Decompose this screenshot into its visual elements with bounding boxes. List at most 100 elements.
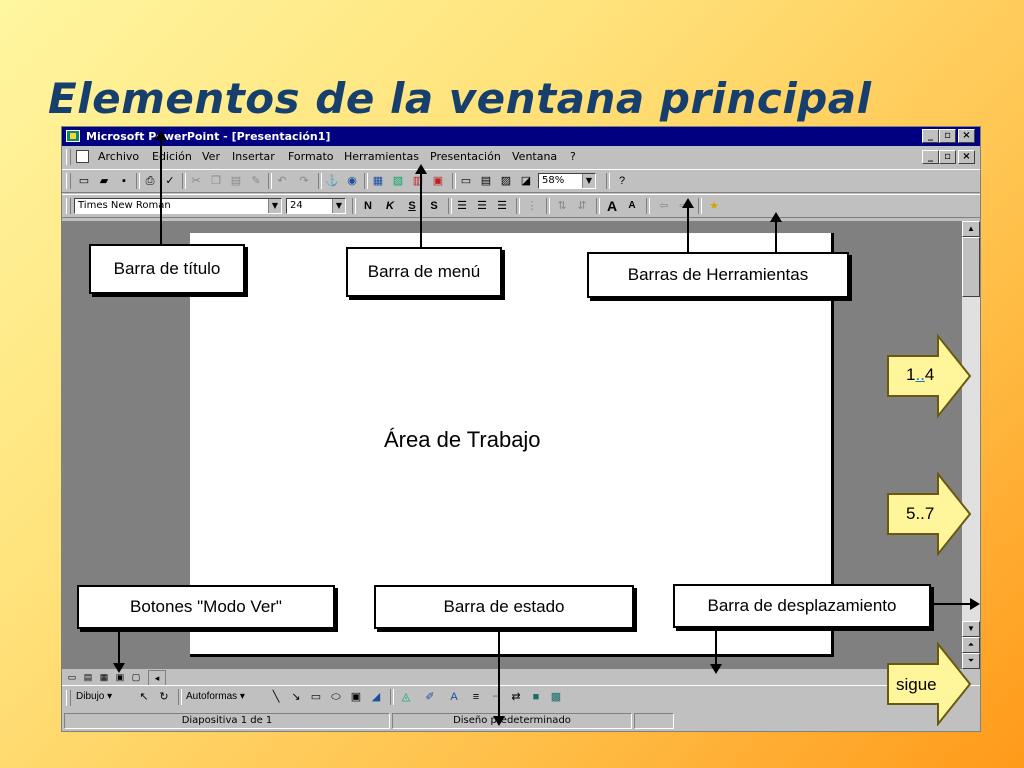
menubar-grip[interactable] — [66, 149, 71, 165]
toolbar-grip[interactable] — [66, 173, 71, 189]
toolbar-separator — [596, 198, 600, 214]
new-slide-icon[interactable]: ▭ — [458, 174, 474, 188]
wordart-icon[interactable]: ◢ — [368, 690, 384, 704]
format-painter-icon[interactable]: ✎ — [248, 174, 264, 188]
slide-view-icon[interactable]: ▦ — [96, 670, 112, 684]
free-rotate-icon[interactable]: ↻ — [156, 690, 172, 704]
insert-word-table-icon[interactable]: ▦ — [370, 174, 386, 188]
increase-font-icon[interactable]: A — [604, 199, 620, 213]
line-icon[interactable]: ╲ — [268, 690, 284, 704]
insert-excel-icon[interactable]: ▧ — [390, 174, 406, 188]
line-style-icon[interactable]: ≡ — [468, 690, 484, 704]
rectangle-icon[interactable]: ▭ — [308, 690, 324, 704]
menu-ayuda[interactable]: ? — [570, 150, 576, 163]
undo-icon[interactable]: ↶ — [274, 174, 290, 188]
arrow-icon[interactable]: ↘ — [288, 690, 304, 704]
text-box-icon[interactable]: ▣ — [348, 690, 364, 704]
scroll-left-icon[interactable]: ◂ — [148, 670, 166, 686]
nav-hyperlink[interactable]: .. — [915, 365, 924, 384]
slide-layout-icon[interactable]: ▤ — [478, 174, 494, 188]
autoshapes-menu-button[interactable]: Autoformas ▾ — [186, 690, 262, 704]
underline-button[interactable]: S — [404, 199, 420, 213]
bold-button[interactable]: N — [360, 199, 376, 213]
toolbar-separator — [448, 198, 452, 214]
line-color-icon[interactable]: ✐ — [422, 690, 438, 704]
font-size-select[interactable]: 24 ▼ — [286, 198, 346, 214]
insert-chart-icon[interactable]: ▥ — [410, 174, 426, 188]
align-left-icon[interactable]: ☰ — [454, 199, 470, 213]
powerpoint-app-icon[interactable] — [66, 130, 80, 142]
scroll-up-icon[interactable]: ▲ — [962, 221, 980, 237]
promote-icon[interactable]: ⇦ — [656, 199, 672, 213]
3d-icon[interactable]: ▩ — [548, 690, 564, 704]
decrease-font-icon[interactable]: A — [624, 199, 640, 213]
apply-design-icon[interactable]: ▨ — [498, 174, 514, 188]
menu-insertar[interactable]: Insertar — [232, 150, 275, 163]
animation-effects-icon[interactable]: ★ — [706, 199, 722, 213]
minimize-button[interactable]: _ — [922, 129, 939, 143]
normal-view-icon[interactable]: ▭ — [64, 670, 80, 684]
oval-icon[interactable]: ⬭ — [328, 690, 344, 704]
toolbar-grip[interactable] — [66, 198, 71, 214]
chevron-down-icon[interactable]: ▼ — [268, 199, 281, 213]
bullets-icon[interactable]: ⋮ — [524, 199, 540, 213]
redo-icon[interactable]: ↷ — [296, 174, 312, 188]
menu-ventana[interactable]: Ventana — [512, 150, 557, 163]
print-icon[interactable]: ⎙ — [142, 174, 158, 188]
save-icon[interactable]: ▪ — [116, 174, 132, 188]
nav-link-1-4[interactable]: 1..4 — [906, 365, 934, 385]
slide-show-icon[interactable]: ▢ — [128, 670, 144, 684]
doc-close-button[interactable]: × — [958, 150, 975, 164]
help-icon[interactable]: ? — [614, 174, 630, 188]
spelling-icon[interactable]: ✓ — [162, 174, 178, 188]
decrease-spacing-icon[interactable]: ⇵ — [574, 199, 590, 213]
menu-presentacion[interactable]: Presentación — [430, 150, 501, 163]
cut-icon[interactable]: ✂ — [188, 174, 204, 188]
menu-edicion[interactable]: Edición — [152, 150, 192, 163]
fill-color-icon[interactable]: ◬ — [398, 690, 414, 704]
maximize-button[interactable]: ▫ — [939, 129, 956, 143]
hyperlink-icon[interactable]: ⚓ — [324, 174, 340, 188]
arrow-style-icon[interactable]: ⇄ — [508, 690, 524, 704]
next-link[interactable]: sigue — [896, 675, 937, 695]
window-title-bar: Microsoft PowerPoint - [Presentación1] _… — [62, 127, 980, 146]
font-color-icon[interactable]: A — [446, 690, 462, 704]
menu-ver[interactable]: Ver — [202, 150, 220, 163]
scroll-thumb[interactable] — [962, 237, 980, 297]
doc-restore-button[interactable]: ▫ — [939, 150, 956, 164]
web-toolbar-icon[interactable]: ◉ — [344, 174, 360, 188]
grayscale-icon[interactable]: ◪ — [518, 174, 534, 188]
new-icon[interactable]: ▭ — [76, 174, 92, 188]
draw-menu-button[interactable]: Dibujo ▾ — [76, 690, 130, 704]
zoom-value: 58% — [542, 175, 565, 186]
chevron-down-icon[interactable]: ▼ — [332, 199, 345, 213]
toolbar-separator — [698, 198, 702, 214]
outline-view-icon[interactable]: ▤ — [80, 670, 96, 684]
menu-archivo[interactable]: Archivo — [98, 150, 139, 163]
align-right-icon[interactable]: ☰ — [494, 199, 510, 213]
menu-formato[interactable]: Formato — [288, 150, 334, 163]
doc-minimize-button[interactable]: _ — [922, 150, 939, 164]
shadow-button[interactable]: S — [426, 199, 442, 213]
shadow-icon[interactable]: ■ — [528, 690, 544, 704]
font-size-value: 24 — [290, 200, 303, 211]
document-icon[interactable] — [76, 150, 89, 163]
nav-link-5-7[interactable]: 5..7 — [906, 504, 934, 524]
arrow-down-icon — [493, 716, 505, 726]
font-select[interactable]: Times New Roman ▼ — [74, 198, 282, 214]
italic-button[interactable]: K — [382, 199, 398, 213]
toolbar-grip[interactable] — [66, 690, 71, 706]
scroll-down-icon[interactable]: ▼ — [962, 621, 980, 637]
open-icon[interactable]: ▰ — [96, 174, 112, 188]
menu-herramientas[interactable]: Herramientas — [344, 150, 419, 163]
align-center-icon[interactable]: ☰ — [474, 199, 490, 213]
select-objects-icon[interactable]: ↖ — [136, 690, 152, 704]
insert-clipart-icon[interactable]: ▣ — [430, 174, 446, 188]
chevron-down-icon[interactable]: ▼ — [582, 174, 595, 188]
dash-style-icon[interactable]: ┅ — [488, 690, 504, 704]
paste-icon[interactable]: ▤ — [228, 174, 244, 188]
close-button[interactable]: × — [958, 129, 975, 143]
increase-spacing-icon[interactable]: ⇅ — [554, 199, 570, 213]
zoom-select[interactable]: 58% ▼ — [538, 173, 596, 189]
copy-icon[interactable]: ❐ — [208, 174, 224, 188]
